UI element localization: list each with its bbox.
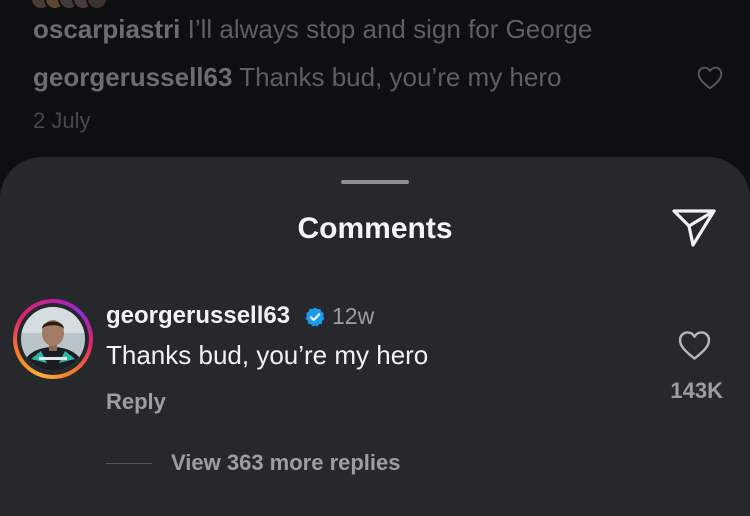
like-count: 143K bbox=[670, 378, 723, 403]
caption-text: I’ll always stop and sign for George bbox=[187, 14, 593, 44]
comments-sheet: Comments georgerussell63 12w Thanks bud,… bbox=[0, 157, 750, 516]
reply-username[interactable]: georgerussell63 bbox=[33, 62, 232, 92]
post-caption: oscarpiastri I’ll always stop and sign f… bbox=[33, 14, 592, 45]
comment-text: Thanks bud, you’re my hero bbox=[106, 340, 429, 370]
comment-timestamp: 12w bbox=[332, 303, 375, 329]
liked-by-avatars bbox=[30, 0, 130, 10]
comment-username[interactable]: georgerussell63 bbox=[106, 302, 290, 330]
post-date: 2 July bbox=[33, 108, 91, 133]
comments-screen: oscarpiastri I’ll always stop and sign f… bbox=[0, 0, 750, 516]
reply-button[interactable]: Reply bbox=[106, 389, 166, 415]
reply-text: Thanks bud, you’re my hero bbox=[239, 62, 562, 92]
avatar[interactable] bbox=[21, 307, 85, 371]
sheet-title: Comments bbox=[297, 212, 453, 245]
heart-outline-icon[interactable] bbox=[697, 66, 723, 90]
avatar-story-ring[interactable] bbox=[13, 299, 93, 379]
verified-badge-icon bbox=[305, 307, 325, 327]
heart-outline-icon[interactable] bbox=[678, 330, 711, 361]
sheet-drag-handle[interactable] bbox=[341, 180, 409, 184]
post-top-reply: georgerussell63 Thanks bud, you’re my he… bbox=[33, 62, 561, 93]
send-icon[interactable] bbox=[671, 207, 717, 249]
caption-username[interactable]: oscarpiastri bbox=[33, 14, 180, 44]
replies-divider bbox=[106, 463, 152, 464]
view-more-replies-button[interactable]: View 363 more replies bbox=[171, 450, 401, 476]
avatar-photo bbox=[21, 307, 85, 371]
